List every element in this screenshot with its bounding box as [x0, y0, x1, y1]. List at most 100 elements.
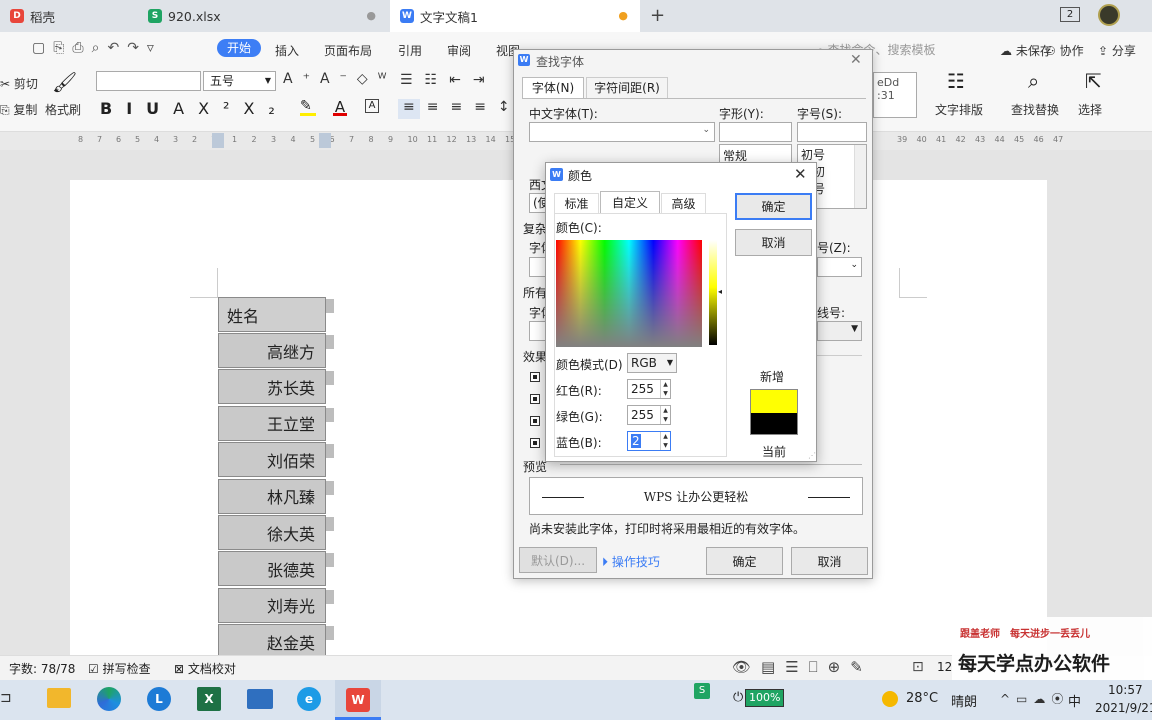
select-button[interactable]: 选择 [1078, 101, 1102, 118]
row-handle[interactable] [326, 626, 334, 641]
new-tab-icon[interactable]: + [650, 5, 665, 26]
edge-icon[interactable] [97, 687, 121, 711]
row-handle[interactable] [326, 517, 334, 531]
close-icon[interactable]: ✕ [850, 52, 862, 68]
mode-select[interactable]: RGB ▼ [627, 353, 677, 373]
char-border-icon[interactable]: A [365, 99, 379, 113]
view-mode-icons[interactable]: 👁▤☰⎕⊕✎ [732, 658, 873, 676]
effect-checkbox[interactable] [530, 416, 540, 426]
luminance-pointer-icon[interactable]: ◂ [718, 287, 722, 296]
row-handle[interactable] [326, 480, 334, 495]
red-input[interactable]: 255 ▲ ▼ [627, 379, 671, 399]
table-cell[interactable]: 张德英 [218, 551, 326, 587]
spin-arrows-icon[interactable]: ▲ ▼ [660, 406, 670, 424]
tips-button[interactable]: ⏵ 操作技巧 [602, 553, 660, 570]
battery-indicator[interactable]: 100% [745, 689, 785, 707]
tray-icons[interactable]: ^▭☁⦿ [1000, 690, 1069, 707]
tab-counter[interactable]: 2 [1060, 7, 1080, 22]
effect-checkbox[interactable] [530, 372, 540, 382]
clock-time[interactable]: 10:57 [1108, 683, 1143, 697]
find-replace-button[interactable]: 查找替换 [1011, 101, 1059, 118]
tab-custom[interactable]: 自定义 [600, 191, 660, 213]
spell-check-button[interactable]: ☑ 拼写检查 [88, 660, 151, 677]
row-handle[interactable] [326, 553, 334, 568]
table-cell[interactable]: 刘寿光 [218, 587, 326, 623]
word-count[interactable]: 字数: 78/78 [9, 660, 75, 677]
task-view-icon[interactable]: ⊐ [0, 690, 12, 706]
file-explorer-icon[interactable] [47, 688, 71, 708]
row-handle[interactable] [326, 589, 334, 604]
tab-spacing[interactable]: 字符间距(R) [586, 77, 668, 99]
tab-writer[interactable]: W 文字文稿1 ● [390, 0, 640, 32]
table-header-cell[interactable]: 姓名 [218, 297, 326, 332]
excel-icon[interactable]: X [197, 687, 221, 711]
temperature[interactable]: 28°C [906, 691, 938, 706]
font-ok-button[interactable]: 确定 [706, 547, 783, 575]
tab-daoke[interactable]: D 稻壳 [0, 0, 136, 32]
share-button[interactable]: ⇪ 分享 [1098, 42, 1136, 59]
clock-date[interactable]: 2021/9/21 [1095, 701, 1152, 715]
cut-button[interactable]: ✂ 剪切 [0, 75, 38, 92]
table-cell[interactable]: 苏长英 [218, 369, 326, 405]
complex-size-select[interactable]: ⌄ [817, 257, 862, 277]
color-ok-button[interactable]: 确定 [735, 193, 812, 220]
style-gallery[interactable]: eDd:31 [873, 72, 917, 118]
scrollbar[interactable] [854, 145, 866, 208]
font-tools-icons[interactable]: A⁺A⁻◇ᵂ [283, 71, 396, 87]
row-handle[interactable] [326, 335, 334, 349]
zoom-value[interactable]: 12 [937, 660, 952, 674]
row-handle[interactable] [326, 444, 334, 459]
green-input[interactable]: 255 ▲ ▼ [627, 405, 671, 425]
menu-insert[interactable]: 插入 [275, 42, 299, 59]
font-color-icon[interactable]: A [333, 98, 347, 116]
font-cancel-button[interactable]: 取消 [791, 547, 868, 575]
table-cell[interactable]: 高继方 [218, 333, 326, 368]
effect-checkbox[interactable] [530, 394, 540, 404]
table-cell[interactable]: 徐大英 [218, 515, 326, 550]
spin-arrows-icon[interactable]: ▲ ▼ [660, 432, 670, 450]
list-icons[interactable]: ☰☷⇤⇥ [400, 72, 497, 88]
table-cell[interactable]: 王立堂 [218, 405, 326, 441]
doc-check-button[interactable]: ⊠ 文档校对 [174, 660, 236, 677]
resize-grip-icon[interactable]: ⋰ [808, 451, 816, 460]
highlight-icon[interactable]: ✎ [300, 98, 316, 116]
browser-icon[interactable]: e [297, 687, 321, 711]
color-spectrum[interactable] [556, 240, 702, 347]
unsaved-dot-icon[interactable]: ● [618, 9, 628, 22]
tab-spreadsheet[interactable]: S 920.xlsx ● [138, 0, 388, 32]
menu-start[interactable]: 开始 [217, 39, 262, 57]
blue-input[interactable]: 2 ▲ ▼ [627, 431, 671, 451]
row-handle[interactable] [326, 371, 334, 386]
table-cell[interactable]: 林凡臻 [218, 478, 326, 514]
tab-font[interactable]: 字体(N) [522, 77, 584, 99]
table-cell[interactable]: 刘佰荣 [218, 442, 326, 478]
spin-arrows-icon[interactable]: ▲ ▼ [660, 380, 670, 398]
font-size-select[interactable]: 五号 ▼ [203, 71, 276, 91]
menu-layout[interactable]: 页面布局 [324, 42, 372, 59]
mail-icon[interactable] [247, 689, 273, 709]
font-name-select[interactable] [96, 71, 201, 91]
wps-taskbar-button[interactable]: W [335, 680, 381, 720]
cn-font-select[interactable]: ⌄ [529, 122, 715, 142]
ime-indicator[interactable]: 中 [1068, 691, 1081, 710]
lenovo-icon[interactable]: L [147, 687, 171, 711]
format-icons[interactable]: BIUAX²X₂ [100, 99, 289, 118]
avatar[interactable] [1098, 4, 1120, 26]
format-painter-button[interactable]: 格式刷 [45, 101, 81, 118]
text-layout-button[interactable]: 文字排版 [935, 101, 983, 118]
style-input[interactable] [719, 122, 792, 142]
close-icon[interactable]: ✕ [794, 165, 807, 183]
luminance-bar[interactable] [709, 240, 717, 345]
tab-advanced[interactable]: 高级 [661, 193, 706, 213]
effect-checkbox[interactable] [530, 438, 540, 448]
close-icon[interactable]: ● [366, 9, 376, 22]
menu-review[interactable]: 审阅 [447, 42, 471, 59]
weather-text[interactable]: 晴朗 [951, 691, 977, 710]
quick-access-icons[interactable]: ▢⎘⎙⌕↶↷▿ [32, 40, 162, 56]
ruler-indent-marker[interactable] [319, 133, 331, 148]
row-handle[interactable] [326, 407, 334, 422]
ruler-margin-marker[interactable] [212, 133, 224, 148]
tab-standard[interactable]: 标准 [554, 193, 599, 213]
power-icon[interactable]: ⏻ [733, 690, 743, 705]
size-input[interactable] [797, 122, 867, 142]
